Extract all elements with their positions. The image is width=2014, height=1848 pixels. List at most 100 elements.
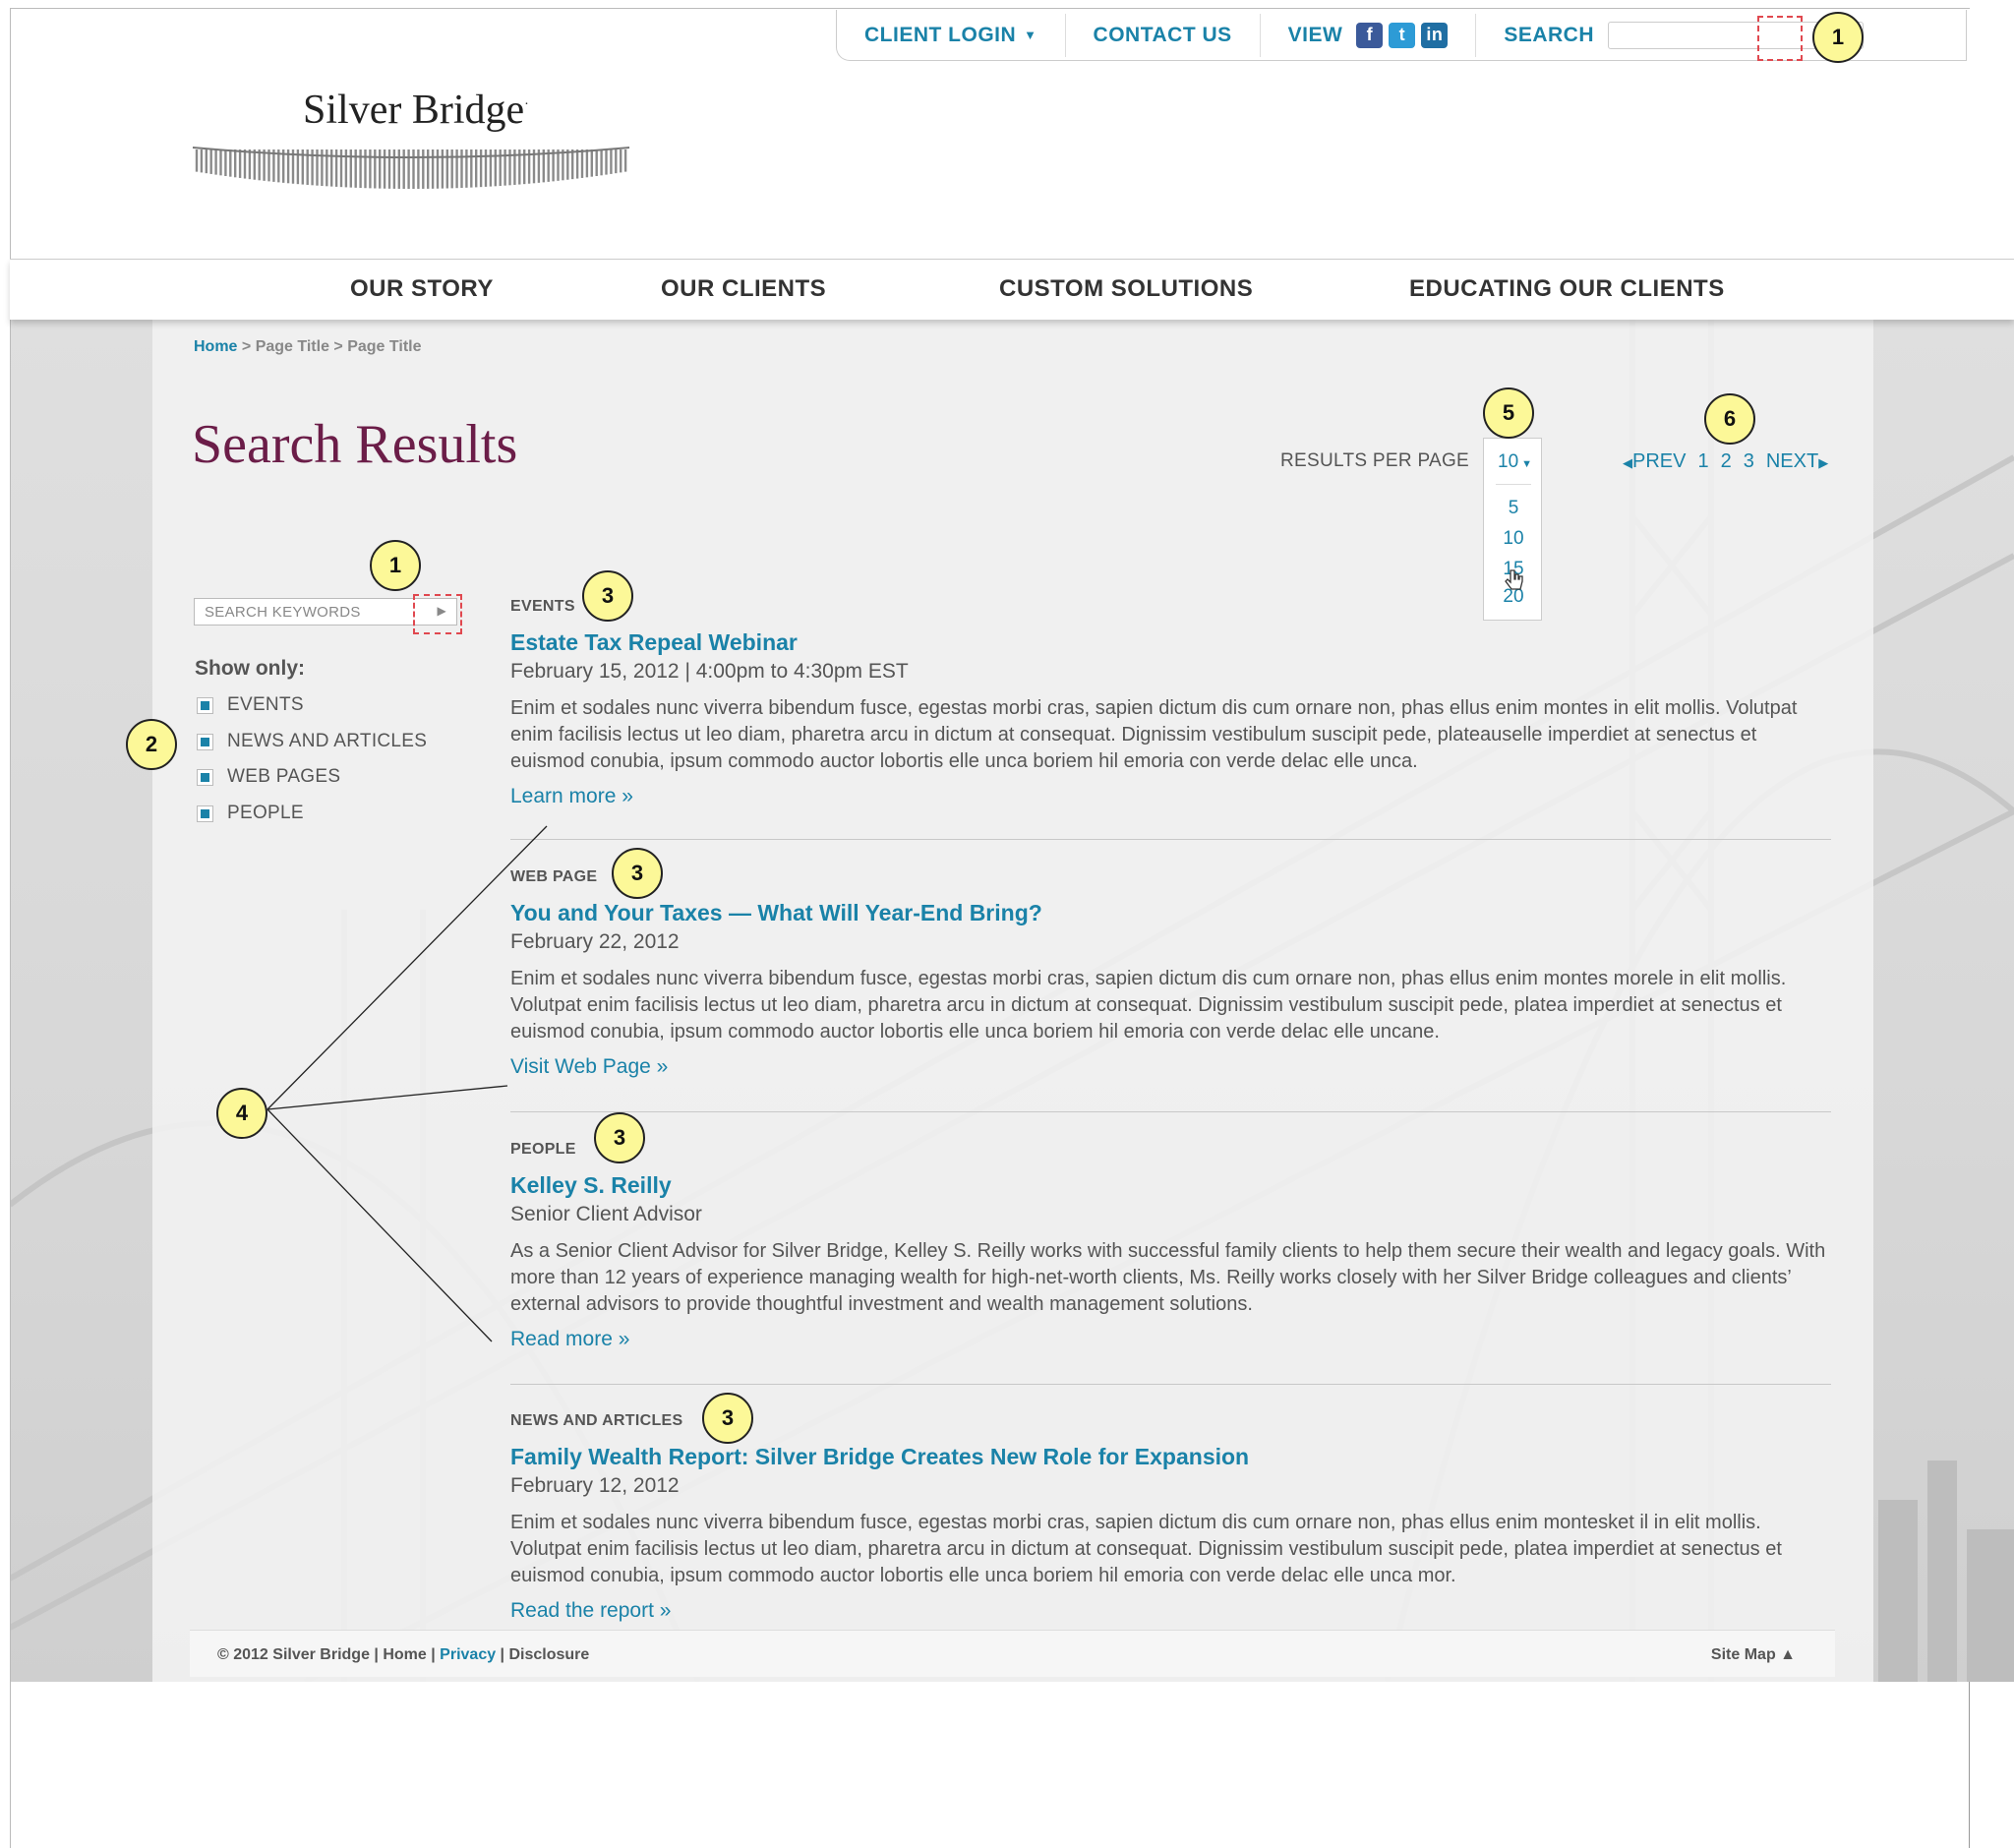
pager-page-3[interactable]: 3 [1744,450,1754,473]
linkedin-icon[interactable]: in [1421,22,1449,48]
pager-page-1[interactable]: 1 [1697,450,1708,473]
checkbox-checked-mark [201,772,209,782]
result-date: February 22, 2012 [510,930,680,953]
checkbox-checked-mark [201,737,209,746]
result-description: Enim et sodales nunc viverra bibendum fu… [510,1512,1782,1586]
result-read-report-link[interactable]: Read the report » [510,1599,1831,1623]
frame-top-line [10,8,1970,9]
nav-educating-our-clients[interactable]: EDUCATING OUR CLIENTS [1409,275,1725,303]
result-learn-more-link[interactable]: Learn more » [510,785,1831,808]
callout-badge-5: 5 [1483,387,1534,439]
pagination: ◀PREV 1 2 3 NEXT▶ [1623,450,1828,473]
breadcrumb-trail: > Page Title > Page Title [237,338,422,355]
logo-registered-mark: · [524,97,529,112]
social-view-group: VIEW f t in [1261,13,1477,57]
pager-page-2[interactable]: 2 [1721,450,1732,473]
result-title-link[interactable]: You and Your Taxes — What Will Year-End … [510,900,1831,926]
checkbox-web-pages[interactable] [197,768,213,786]
footer-site-map-link[interactable]: Site Map ▲ [1711,1646,1796,1664]
callout-badge-3: 3 [594,1112,645,1163]
search-label: SEARCH [1504,23,1595,46]
callout-highlight [413,594,462,634]
prev-label: PREV [1632,450,1687,472]
filter-web-pages[interactable]: WEB PAGES [197,766,340,788]
result-description: As a Senior Client Advisor for Silver Br… [510,1240,1826,1315]
filter-events[interactable]: EVENTS [197,694,304,716]
checkbox-people[interactable] [197,805,213,822]
filter-label: NEWS AND ARTICLES [227,731,428,751]
footer-home-link[interactable]: Home [383,1646,426,1663]
callout-badge-3: 3 [582,570,633,622]
filter-label: PEOPLE [227,803,304,823]
rpp-option-10[interactable]: 10 [1484,528,1543,550]
result-item: EVENTS Estate Tax Repeal Webinar Februar… [510,598,1831,808]
client-login-menu[interactable]: CLIENT LOGIN ▼ [837,13,1066,57]
facebook-icon[interactable]: f [1356,22,1384,48]
filter-people[interactable]: PEOPLE [197,803,304,824]
nav-custom-solutions[interactable]: CUSTOM SOLUTIONS [999,275,1253,303]
page-title: Search Results [192,414,518,475]
callout-badge-1: 1 [370,540,421,591]
callout-highlight [1757,16,1803,61]
checkbox-checked-mark [201,808,209,818]
filter-news-articles[interactable]: NEWS AND ARTICLES [197,731,427,752]
footer-copyright: © 2012 Silver Bridge | [217,1646,384,1663]
callout-badge-6: 6 [1704,393,1755,445]
filter-label: WEB PAGES [227,766,341,787]
nav-our-story[interactable]: OUR STORY [350,275,494,303]
result-date: February 15, 2012 | 4:00pm to 4:30pm EST [510,660,909,683]
result-item: WEB PAGE You and Your Taxes — What Will … [510,868,1831,1079]
rpp-option-5[interactable]: 5 [1484,498,1543,519]
footer-disclosure-link[interactable]: Disclosure [508,1646,589,1663]
result-read-more-link[interactable]: Read more » [510,1328,1831,1351]
pager-next-link[interactable]: NEXT▶ [1766,450,1828,473]
twitter-icon[interactable]: t [1389,22,1416,48]
checkbox-checked-mark [201,700,209,710]
chevron-left-icon: ◀ [1623,455,1632,470]
results-per-page-label: RESULTS PER PAGE [1280,450,1470,471]
frame-right-line [1969,1682,1970,1848]
callout-badge-2: 2 [126,719,177,770]
footer: © 2012 Silver Bridge | Home | Privacy | … [190,1630,1835,1677]
breadcrumb-home-link[interactable]: Home [194,338,237,355]
result-visit-page-link[interactable]: Visit Web Page » [510,1055,1831,1079]
chevron-down-icon: ▼ [1521,458,1533,470]
client-login-label: CLIENT LOGIN [864,23,1017,46]
callout-badge-3: 3 [612,848,663,899]
result-role: Senior Client Advisor [510,1203,702,1225]
pager-prev-link[interactable]: ◀PREV [1623,450,1686,473]
filter-label: EVENTS [227,694,304,715]
result-type: PEOPLE [510,1141,576,1158]
footer-links: © 2012 Silver Bridge | Home | Privacy | … [217,1646,590,1663]
results-per-page-dropdown[interactable]: 10 ▼ 5 10 15 20 [1483,438,1542,621]
result-title-link[interactable]: Family Wealth Report: Silver Bridge Crea… [510,1444,1831,1470]
checkbox-news-articles[interactable] [197,733,213,750]
result-title-link[interactable]: Kelley S. Reilly [510,1172,1831,1199]
keyword-search-placeholder: SEARCH KEYWORDS [205,604,361,621]
result-description: Enim et sodales nunc viverra bibendum fu… [510,968,1787,1043]
result-date: February 12, 2012 [510,1474,680,1497]
show-only-label: Show only: [195,657,305,680]
results-per-page-selected[interactable]: 10 ▼ [1498,451,1532,473]
logo-wordmark[interactable]: Silver Bridge· [303,87,529,134]
hand-cursor-icon [1505,569,1523,590]
contact-us-label: CONTACT US [1093,23,1232,46]
callout-badge-1: 1 [1812,12,1864,63]
chevron-right-icon: ▶ [1818,455,1829,470]
chevron-down-icon: ▼ [1024,28,1037,42]
view-label: VIEW [1287,23,1343,46]
contact-us-link[interactable]: CONTACT US [1066,13,1261,57]
nav-our-clients[interactable]: OUR CLIENTS [661,275,826,303]
result-description: Enim et sodales nunc viverra bibendum fu… [510,697,1798,772]
result-title-link[interactable]: Estate Tax Repeal Webinar [510,629,1831,656]
result-item: NEWS AND ARTICLES Family Wealth Report: … [510,1412,1831,1623]
result-divider [510,839,1831,840]
result-type: WEB PAGE [510,868,598,885]
callout-badge-4: 4 [216,1088,267,1139]
footer-privacy-link[interactable]: Privacy [440,1646,496,1663]
result-type: EVENTS [510,598,575,615]
next-label: NEXT [1765,450,1819,472]
checkbox-events[interactable] [197,696,213,714]
selected-value: 10 [1498,451,1519,472]
result-divider [510,1384,1831,1385]
